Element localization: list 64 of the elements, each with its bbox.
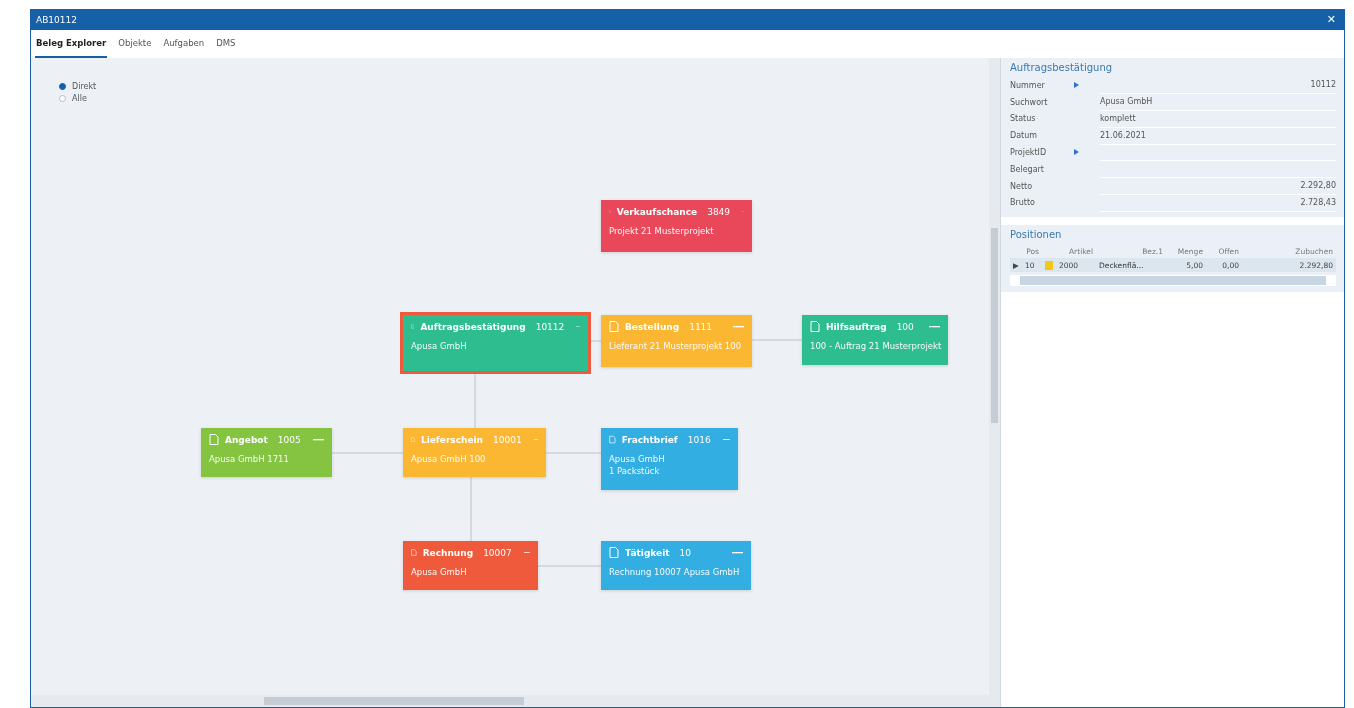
card-title: Verkaufschance <box>616 206 698 217</box>
tab[interactable]: Objekte <box>117 36 153 58</box>
field-label: Netto <box>1010 181 1034 191</box>
document-card[interactable]: Tätigkeit 10 Rechnung 10007 Apusa GmbH <box>601 541 751 590</box>
card-subtitle: Lieferant 21 Musterprojekt 100 <box>609 341 743 351</box>
radio-label: Direkt <box>72 82 97 91</box>
card-number: 1005 <box>277 434 301 445</box>
card-subtitle: 100 - Auftrag 21 Musterprojekt <box>810 341 940 351</box>
document-card[interactable]: Auftragsbestätigung 10112 Apusa GmbH <box>403 315 588 371</box>
card-title: Lieferschein <box>420 434 483 445</box>
field-value: 2.728,43 <box>1100 194 1336 212</box>
card-subtitle: Apusa GmbH 100 <box>411 454 487 464</box>
field-label: Status <box>1010 114 1037 124</box>
field-label: Datum <box>1010 131 1039 141</box>
card-number: 10001 <box>493 434 522 445</box>
field-label: Nummer <box>1010 80 1046 90</box>
horizontal-scrollbar[interactable] <box>1010 275 1336 287</box>
field-value: 2.292,80 <box>1100 177 1336 196</box>
card-title: Frachtbrief <box>621 434 678 445</box>
radio-button[interactable] <box>59 83 66 90</box>
field-label: Brutto <box>1010 198 1036 208</box>
card-subtitle: Apusa GmbH 1711 <box>209 454 290 464</box>
vertical-scrollbar[interactable] <box>989 58 1000 707</box>
card-title: Rechnung <box>422 547 474 558</box>
card-subtitle: Apusa GmbH <box>411 567 468 577</box>
card-number: 1111 <box>689 321 713 332</box>
field-value: 10112 <box>1100 76 1336 95</box>
field-value: komplett <box>1100 110 1336 128</box>
panel-title: Auftragsbestätigung <box>1010 62 1114 73</box>
tab[interactable]: Aufgaben <box>162 36 206 58</box>
field-label: Suchwort <box>1010 97 1049 107</box>
panel-title: Positionen <box>1010 229 1063 241</box>
card-number: 1016 <box>687 434 711 445</box>
horizontal-scrollbar[interactable] <box>31 695 989 707</box>
document-card[interactable]: Frachtbrief 1016 Apusa GmbH 1 Packstück <box>601 428 738 490</box>
document-card[interactable]: Verkaufschance 3849 Projekt 21 Musterprojekt <box>601 200 752 252</box>
close-button[interactable]: ✕ <box>1326 13 1336 26</box>
card-subtitle: Apusa GmbH <box>411 341 468 351</box>
link-arrow-icon[interactable] <box>1074 149 1079 156</box>
window-title: AB10112 <box>36 14 77 25</box>
radio-label: Alle <box>72 94 87 103</box>
card-number: 10 <box>679 547 691 558</box>
field-label: ProjektID <box>1010 148 1048 158</box>
card-subtitle: Apusa GmbH <box>609 454 666 464</box>
card-number: 10007 <box>483 547 512 558</box>
card-number: 100 <box>896 321 914 332</box>
field-value: Apusa GmbH <box>1100 93 1336 112</box>
document-card[interactable]: Hilfsauftrag 100 100 - Auftrag 21 Musterprojekt <box>802 315 948 365</box>
card-title: Auftragsbestätigung <box>420 321 526 332</box>
tab[interactable]: DMS <box>215 36 237 58</box>
link-arrow-icon[interactable] <box>1074 81 1079 88</box>
card-number: 3849 <box>707 206 731 217</box>
card-title: Angebot <box>225 434 268 445</box>
document-card[interactable]: Rechnung 10007 Apusa GmbH <box>403 541 538 590</box>
card-subtitle: Projekt 21 Musterprojekt <box>609 226 715 236</box>
card-number: 10112 <box>535 321 565 332</box>
field-value: 21.06.2021 <box>1100 126 1336 145</box>
card-title: Tätigkeit <box>625 547 670 558</box>
field-label: Belegart <box>1010 164 1045 174</box>
radio-button[interactable] <box>59 95 66 102</box>
card-title: Bestellung <box>625 321 680 332</box>
card-subtitle: Rechnung 10007 Apusa GmbH <box>609 567 741 577</box>
card-title: Hilfsauftrag <box>826 321 887 332</box>
card-subtitle: 1 Packstück <box>609 466 661 476</box>
